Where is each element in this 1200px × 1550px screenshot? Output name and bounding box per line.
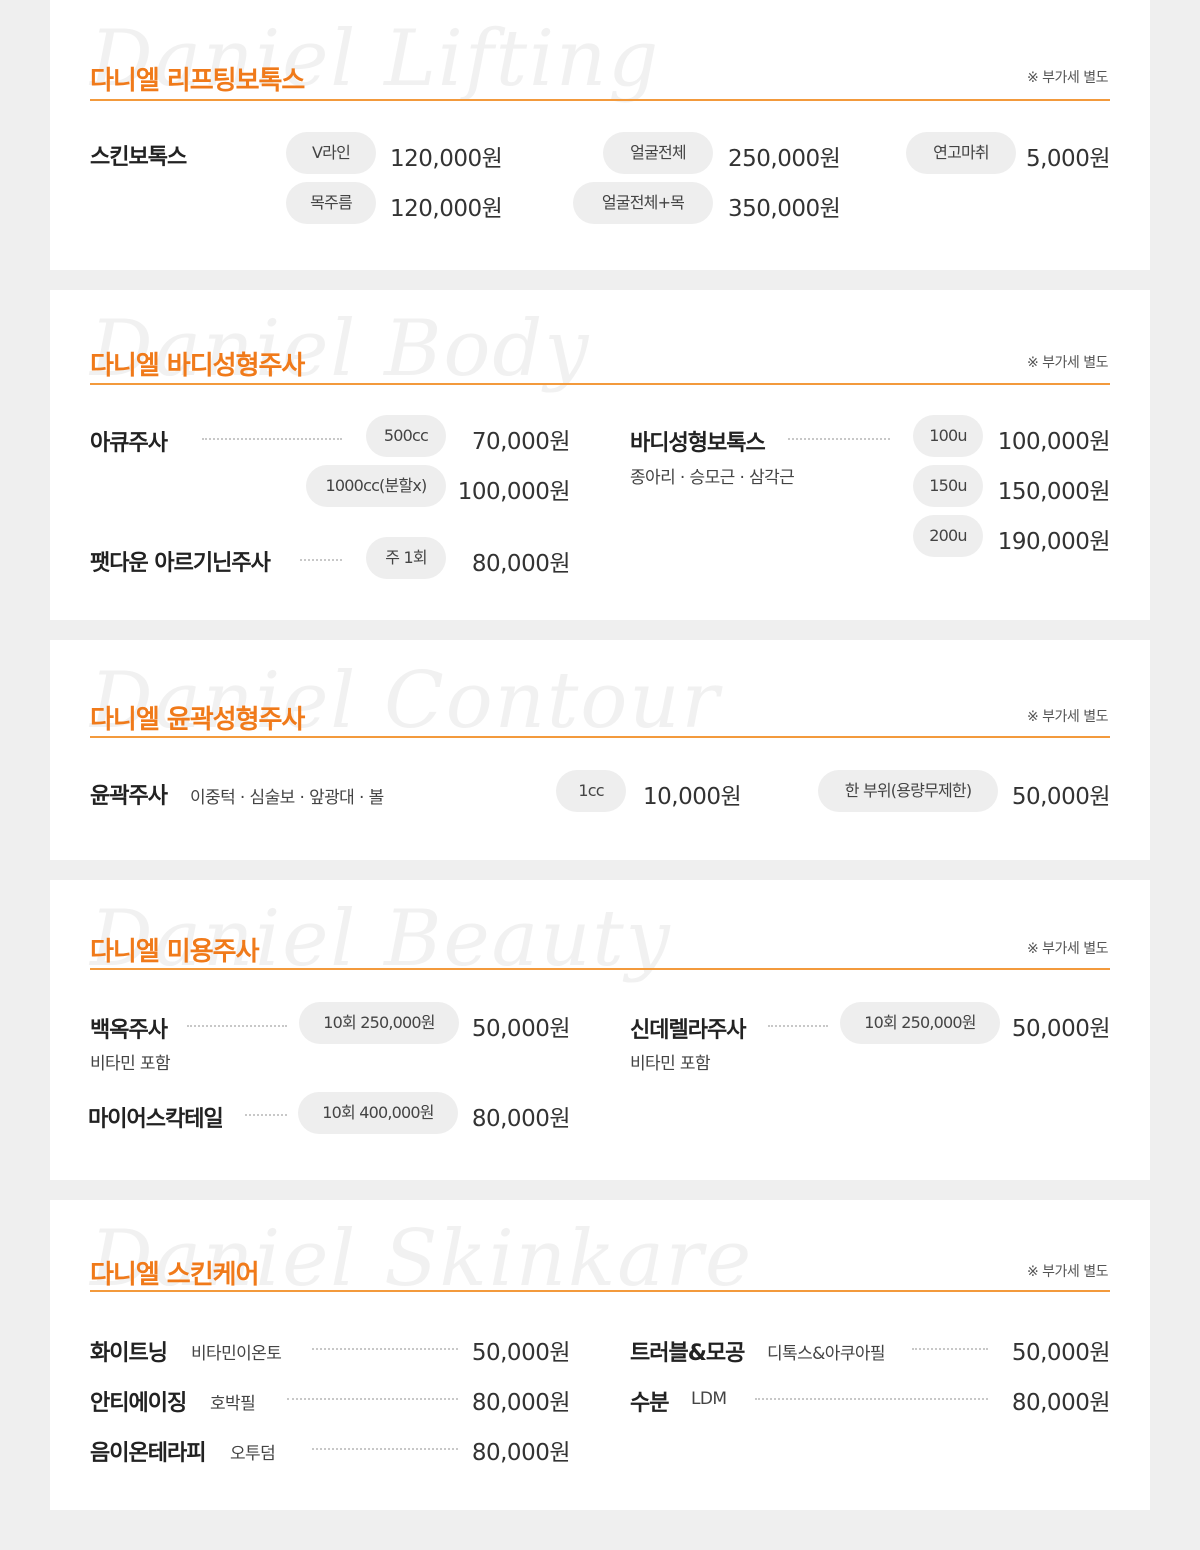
vat-note: ※ 부가세 별도 [1026,355,1109,371]
contour-section: Daniel Contour 다니엘 윤곽성형주사 ※ 부가세 별도 윤곽주사 … [50,640,1150,860]
section-title: 다니엘 리프팅보톡스 [90,66,305,96]
dotted-leader [788,438,890,440]
dotted-leader [245,1114,287,1116]
divider [90,736,1110,738]
price: 100,000원 [457,479,571,505]
item-name: 화이트닝 [90,1341,168,1366]
divider [90,1290,1110,1292]
option-pill: 10회 400,000원 [298,1092,458,1134]
item-name: 윤곽주사 [90,784,168,809]
item-subtitle: 오투덤 [230,1444,276,1464]
price: 50,000원 [1011,1016,1111,1042]
dotted-leader [912,1348,988,1350]
option-pill: 10회 250,000원 [840,1002,1000,1044]
option-pill: 1000cc(분할x) [306,465,446,507]
vat-note: ※ 부가세 별도 [1026,941,1109,957]
price: 50,000원 [1011,784,1111,810]
item-subtitle: 비타민 포함 [630,1054,711,1074]
price: 80,000원 [471,1390,571,1416]
item-name: 마이어스칵테일 [88,1107,224,1132]
skincare-section: Daniel Skinkare 다니엘 스킨케어 ※ 부가세 별도 화이트닝 비… [50,1200,1150,1510]
price: 80,000원 [471,1106,571,1132]
item-subtitle: 이중턱 · 심술보 · 앞광대 · 볼 [190,788,384,808]
dotted-leader [312,1448,458,1450]
item-name: 수분 [630,1391,669,1416]
price: 50,000원 [471,1340,571,1366]
dotted-leader [187,1025,287,1027]
price: 150,000원 [997,479,1111,505]
price: 250,000원 [728,146,841,172]
item-name: 스킨보톡스 [90,145,187,170]
price: 10,000원 [643,784,742,810]
option-pill: 주 1회 [366,537,446,579]
item-name: 팻다운 아르기닌주사 [90,551,271,576]
option-pill: 연고마취 [906,132,1016,174]
item-name: 아큐주사 [90,431,168,456]
price: 120,000원 [390,196,503,222]
section-title: 다니엘 미용주사 [90,937,259,967]
price: 190,000원 [997,529,1111,555]
option-pill: 1cc [556,770,626,812]
divider [90,968,1110,970]
dotted-leader [755,1398,988,1400]
divider [90,383,1110,385]
item-subtitle: 디톡스&아쿠아필 [767,1344,886,1364]
option-pill: 150u [913,465,983,507]
dotted-leader [202,438,342,440]
option-pill: V라인 [286,132,376,174]
option-pill: 목주름 [286,182,376,224]
section-title: 다니엘 윤곽성형주사 [90,705,305,735]
item-name: 안티에이징 [90,1391,187,1416]
price: 5,000원 [1025,146,1111,172]
item-subtitle: 종아리 · 승모근 · 삼각근 [630,468,795,488]
price: 80,000원 [1011,1390,1111,1416]
item-subtitle: 호박필 [210,1394,256,1414]
item-subtitle: 비타민 포함 [90,1054,171,1074]
section-title: 다니엘 스킨케어 [90,1260,259,1290]
item-name: 바디성형보톡스 [630,431,766,456]
option-pill: 한 부위(용량무제한) [818,770,998,812]
section-title: 다니엘 바디성형주사 [90,351,305,381]
item-name: 음이온테라피 [90,1441,206,1466]
price: 50,000원 [471,1016,571,1042]
option-pill: 200u [913,515,983,557]
option-pill: 500cc [366,415,446,457]
option-pill: 100u [913,415,983,457]
price: 350,000원 [728,196,841,222]
item-subtitle: LDM [691,1389,727,1409]
vat-note: ※ 부가세 별도 [1026,70,1109,86]
vat-note: ※ 부가세 별도 [1026,1264,1109,1280]
price: 80,000원 [471,551,571,577]
price: 80,000원 [471,1440,571,1466]
item-name: 신데렐라주사 [630,1018,746,1043]
vat-note: ※ 부가세 별도 [1026,709,1109,725]
price: 50,000원 [1011,1340,1111,1366]
beauty-section: Daniel Beauty 다니엘 미용주사 ※ 부가세 별도 백옥주사 비타민… [50,880,1150,1180]
option-pill: 10회 250,000원 [299,1002,459,1044]
lifting-section: Daniel Lifting 다니엘 리프팅보톡스 ※ 부가세 별도 스킨보톡스… [50,0,1150,270]
option-pill: 얼굴전체+목 [573,182,713,224]
item-name: 트러블&모공 [630,1341,745,1366]
dotted-leader [300,559,342,561]
price: 70,000원 [471,429,571,455]
option-pill: 얼굴전체 [603,132,713,174]
body-section: Daniel Body 다니엘 바디성형주사 ※ 부가세 별도 아큐주사 500… [50,290,1150,620]
price: 120,000원 [390,146,503,172]
dotted-leader [287,1398,458,1400]
item-name: 백옥주사 [90,1018,168,1043]
item-subtitle: 비타민이온토 [191,1344,282,1364]
dotted-leader [768,1025,828,1027]
divider [90,99,1110,101]
price: 100,000원 [997,429,1111,455]
dotted-leader [312,1348,458,1350]
